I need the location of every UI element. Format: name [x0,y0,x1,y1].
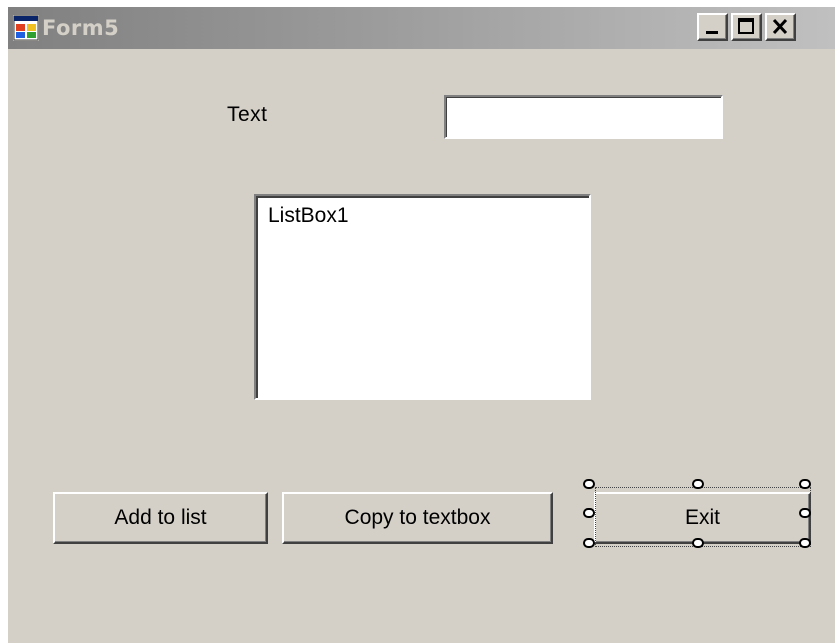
resize-handle-top[interactable] [692,479,704,489]
maximize-icon [738,18,754,34]
close-button[interactable] [765,13,796,41]
resize-handle-bottom-left[interactable] [583,538,595,548]
resize-handle-bottom[interactable] [692,538,704,548]
minimize-button[interactable] [697,13,728,41]
exit-label: Exit [684,506,720,529]
exit-button[interactable]: Exit [594,492,811,544]
text-input[interactable] [444,95,723,139]
copy-to-textbox-label: Copy to textbox [344,506,491,529]
list-box[interactable]: ListBox1 [254,194,591,400]
form-window: Form5 Text ListBox1 Add to list Copy to … [7,6,835,643]
title-bar[interactable]: Form5 [8,7,835,49]
form-icon[interactable] [13,15,39,41]
resize-handle-top-right[interactable] [799,479,811,489]
close-icon [772,18,788,35]
list-item[interactable]: ListBox1 [268,204,349,228]
text-label: Text [227,103,268,126]
resize-handle-top-left[interactable] [583,479,595,489]
window-title: Form5 [42,16,120,40]
maximize-button[interactable] [731,13,762,41]
resize-handle-left[interactable] [583,508,595,518]
add-to-list-label: Add to list [114,506,207,529]
resize-handle-bottom-right[interactable] [799,538,811,548]
resize-handle-right[interactable] [799,508,811,518]
add-to-list-button[interactable]: Add to list [53,492,268,544]
minimize-icon [706,31,718,34]
copy-to-textbox-button[interactable]: Copy to textbox [282,492,553,544]
